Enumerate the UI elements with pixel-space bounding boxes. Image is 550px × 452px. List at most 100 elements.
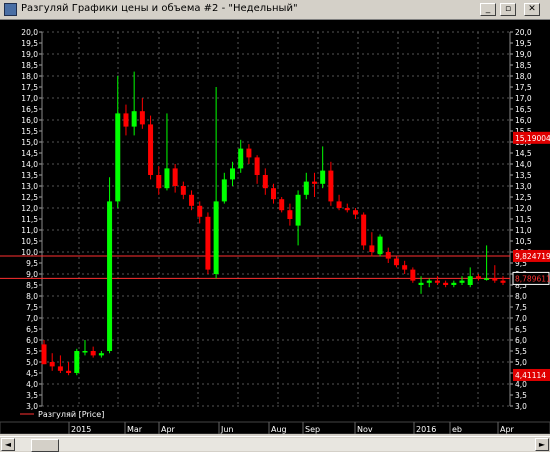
y-axis-right-label: 6,0 <box>515 336 527 345</box>
candle-up <box>467 276 473 285</box>
candle-up <box>303 181 309 195</box>
x-axis-label: Apr <box>161 425 176 434</box>
restore-button[interactable]: ▫ <box>500 3 516 16</box>
candle-down <box>287 210 293 219</box>
x-axis-label: Jun <box>220 425 234 434</box>
x-axis-label: Nov <box>357 425 373 434</box>
price-tag-label: 8,789611 <box>515 274 550 283</box>
scroll-right-arrow-icon[interactable]: ► <box>535 438 549 451</box>
candle-up <box>82 351 88 353</box>
y-axis-left-label: 12,0 <box>21 204 38 213</box>
candle-up <box>484 278 490 280</box>
candle-up <box>320 170 326 184</box>
candle-down <box>385 252 391 259</box>
y-axis-right-label: 12,5 <box>515 193 532 202</box>
scroll-thumb[interactable] <box>31 439 59 452</box>
candle-up <box>107 201 113 351</box>
scroll-left-arrow-icon[interactable]: ◄ <box>1 438 15 451</box>
y-axis-left-label: 8,5 <box>26 281 38 290</box>
y-axis-right-label: 3,5 <box>515 391 527 400</box>
candle-down <box>254 157 260 175</box>
y-axis-left-label: 7,5 <box>26 303 38 312</box>
y-axis-right-label: 6,5 <box>515 325 527 334</box>
y-axis-right-label: 5,5 <box>515 347 527 356</box>
candle-up <box>115 113 121 202</box>
y-axis-right-label: 19,5 <box>515 39 532 48</box>
y-axis-right-label: 20,0 <box>515 28 532 37</box>
y-axis-left-label: 15,5 <box>21 127 38 136</box>
y-axis-left-label: 16,5 <box>21 105 38 114</box>
candle-down <box>172 168 178 186</box>
y-axis-left-label: 6,5 <box>26 325 38 334</box>
y-axis-left-label: 11,0 <box>21 226 38 235</box>
candle-down <box>352 210 358 215</box>
chart-window-icon <box>4 3 17 16</box>
candle-up <box>164 168 170 189</box>
candle-down <box>328 170 334 202</box>
y-axis-left-label: 18,5 <box>21 61 38 70</box>
candle-down <box>156 175 162 189</box>
y-axis-right-label: 11,5 <box>515 215 532 224</box>
candle-down <box>57 366 63 371</box>
candle-up <box>426 280 432 283</box>
minimize-button[interactable]: _ <box>480 3 496 16</box>
y-axis-left-label: 6,0 <box>26 336 38 345</box>
y-axis-left-label: 8,0 <box>26 292 38 301</box>
candle-down <box>180 186 186 195</box>
candle-down <box>148 124 154 175</box>
candle-down <box>123 113 129 127</box>
candle-down <box>279 199 285 211</box>
y-axis-left-label: 11,5 <box>21 215 38 224</box>
y-axis-right-label: 5,0 <box>515 358 527 367</box>
y-axis-left-label: 7,0 <box>26 314 38 323</box>
y-axis-left-label: 3,0 <box>26 402 38 411</box>
y-axis-right-label: 14,0 <box>515 160 532 169</box>
candle-down <box>434 280 440 283</box>
candle-down <box>393 258 399 266</box>
candle-down <box>475 276 481 279</box>
candle-down <box>139 111 145 125</box>
y-axis-right-label: 17,5 <box>515 83 532 92</box>
y-axis-left-label: 9,0 <box>26 270 38 279</box>
candle-down <box>311 181 317 184</box>
y-axis-left-label: 18,0 <box>21 72 38 81</box>
candle-down <box>271 188 276 200</box>
y-axis-right-label: 8,0 <box>515 292 527 301</box>
y-axis-right-label: 10,5 <box>515 237 532 246</box>
y-axis-left-label: 9,5 <box>26 259 38 268</box>
candle-down <box>369 245 375 252</box>
close-button[interactable]: ✕ <box>524 3 540 16</box>
scroll-track[interactable] <box>15 438 535 452</box>
y-axis-right-label: 11,0 <box>515 226 532 235</box>
y-axis-left-label: 16,0 <box>21 116 38 125</box>
x-axis-label: eb <box>452 425 462 434</box>
price-tag-label: 15,19004 <box>515 134 550 143</box>
y-axis-right-label: 13,0 <box>515 182 532 191</box>
candle-up <box>459 280 465 283</box>
candle-up <box>230 168 236 180</box>
y-axis-left-label: 3,5 <box>26 391 38 400</box>
y-axis-right-label: 4,0 <box>515 380 527 389</box>
candle-down <box>197 205 203 217</box>
legend-label: Разгуляй [Price] <box>38 410 104 419</box>
price-tag-label: 4,41114 <box>515 371 546 380</box>
candle-up <box>131 111 137 127</box>
candle-down <box>443 282 449 285</box>
chart-panel[interactable]: 20,0 20,0 19,5 19,5 19,0 19,0 18,5 18,5 18,0 18,0… <box>0 20 550 435</box>
y-axis-right-label: 19,0 <box>515 50 532 59</box>
candle-down <box>492 278 498 281</box>
candle-down <box>246 148 252 158</box>
y-axis-left-label: 5,0 <box>26 358 38 367</box>
y-axis-right-label: 14,5 <box>515 149 532 158</box>
horizontal-scrollbar[interactable]: ◄ ► <box>0 436 550 452</box>
price-chart[interactable]: 20,0 20,0 19,5 19,5 19,0 19,0 18,5 18,5 18,0 18,0… <box>0 20 550 435</box>
y-axis-right-label: 17,0 <box>515 94 532 103</box>
candle-down <box>500 280 506 283</box>
y-axis-right-label: 3,0 <box>515 402 527 411</box>
candle-down <box>205 216 211 270</box>
y-axis-right-label: 16,0 <box>515 116 532 125</box>
candle-up <box>377 236 383 255</box>
y-axis-left-label: 17,0 <box>21 94 38 103</box>
y-axis-left-label: 15,0 <box>21 138 38 147</box>
y-axis-left-label: 4,0 <box>26 380 38 389</box>
